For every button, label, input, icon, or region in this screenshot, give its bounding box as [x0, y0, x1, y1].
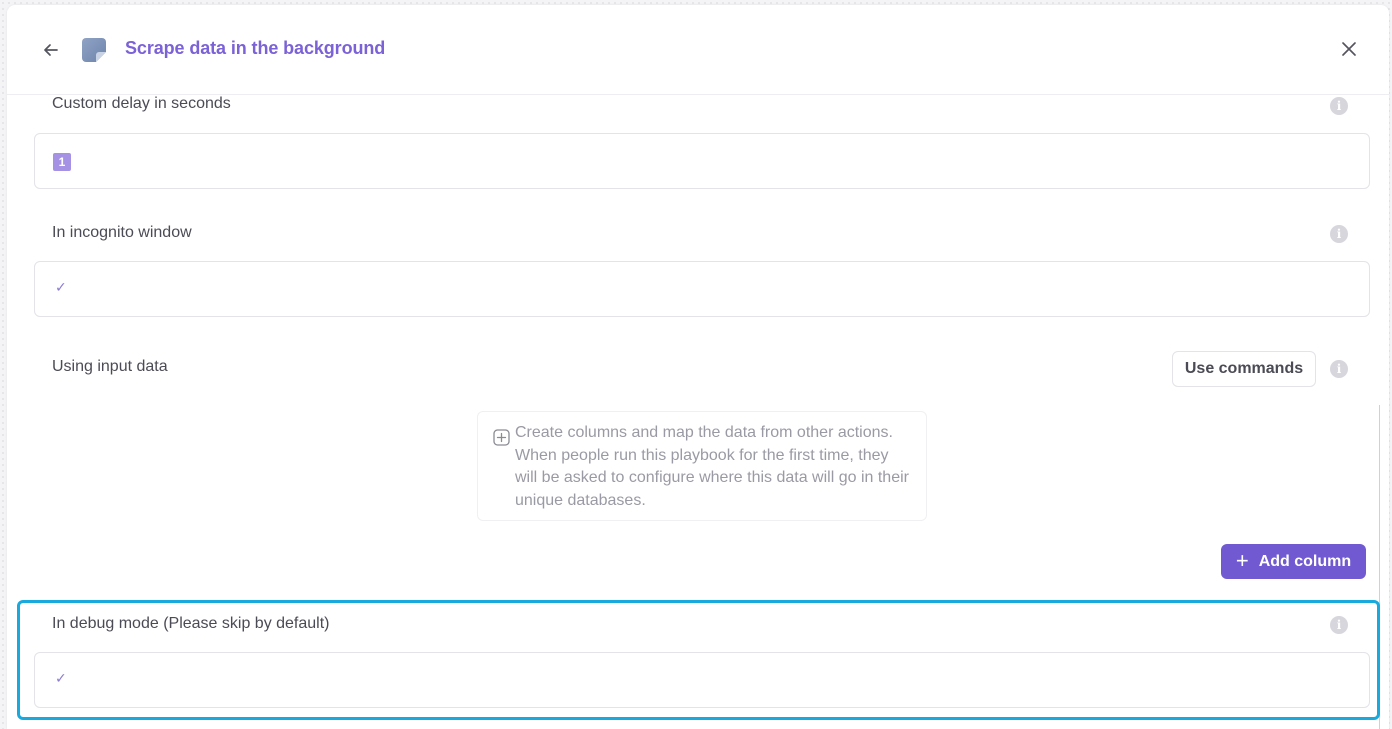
add-column-label: Add column: [1258, 552, 1352, 570]
back-button[interactable]: [39, 38, 63, 62]
empty-hint-text: Create columns and map the data from oth…: [515, 424, 909, 509]
page-title: Scrape data in the background: [125, 38, 386, 58]
scraper-app-icon: [81, 37, 107, 63]
panel-header: Scrape data in the background: [7, 5, 1389, 95]
plus-square-icon: [493, 429, 510, 446]
close-button[interactable]: [1337, 37, 1361, 61]
close-icon: [1342, 42, 1356, 56]
incognito-label: In incognito window: [52, 224, 192, 241]
plus-icon: +: [1235, 547, 1249, 573]
custom-delay-field[interactable]: 1: [34, 133, 1370, 189]
incognito-field[interactable]: ✓: [34, 261, 1370, 317]
input-data-label: Using input data: [52, 358, 168, 375]
incognito-check-icon: ✓: [55, 279, 67, 295]
debug-mode-check-icon: ✓: [55, 670, 67, 686]
debug-mode-label: In debug mode (Please skip by default): [52, 615, 330, 632]
empty-columns-hint: Create columns and map the data from oth…: [477, 411, 927, 521]
arrow-left-icon: [44, 44, 58, 56]
incognito-info-icon[interactable]: i: [1330, 225, 1348, 243]
add-column-button[interactable]: + Add column: [1221, 544, 1366, 579]
input-data-info-icon[interactable]: i: [1330, 360, 1348, 378]
custom-delay-label: Custom delay in seconds: [52, 95, 231, 112]
delay-value-token: 1: [53, 153, 71, 171]
custom-delay-info-icon[interactable]: i: [1330, 97, 1348, 115]
action-settings-panel: Scrape data in the background Custom del…: [7, 5, 1389, 729]
use-commands-button[interactable]: Use commands: [1172, 351, 1316, 387]
debug-mode-info-icon[interactable]: i: [1330, 616, 1348, 634]
debug-mode-field[interactable]: ✓: [34, 652, 1370, 708]
scroll-indicator: [1379, 405, 1380, 729]
